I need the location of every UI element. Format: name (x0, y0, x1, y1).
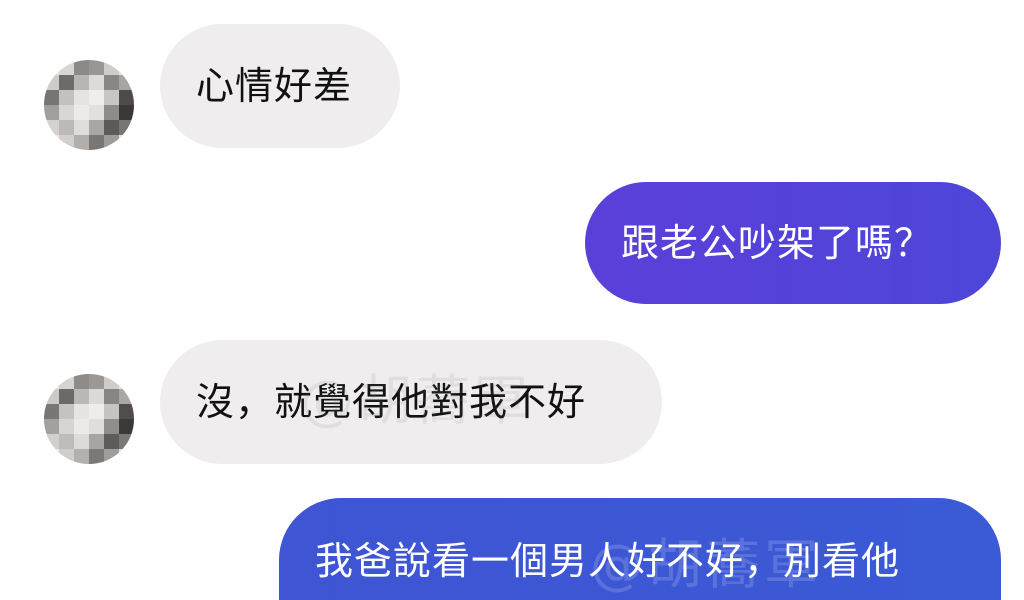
outgoing-message-bubble[interactable]: 我爸說看一個男人好不好，別看他 (279, 498, 1001, 600)
incoming-message-bubble[interactable]: 心情好差 (160, 24, 400, 148)
message-text: 心情好差 (196, 64, 353, 108)
message-text: 我爸說看一個男人好不好，別看他 (315, 539, 901, 583)
contact-avatar[interactable] (44, 374, 134, 464)
chat-thread: 心情好差 跟老公吵架了嗎？ 沒，就覺得他對我不好 我爸說看一個男人好不好，別看他 (0, 0, 1024, 600)
contact-avatar[interactable] (44, 60, 134, 150)
message-text: 沒，就覺得他對我不好 (196, 380, 587, 424)
incoming-message-bubble[interactable]: 沒，就覺得他對我不好 (160, 340, 662, 464)
message-text: 跟老公吵架了嗎？ (621, 221, 934, 265)
outgoing-message-bubble[interactable]: 跟老公吵架了嗎？ (585, 182, 1001, 304)
